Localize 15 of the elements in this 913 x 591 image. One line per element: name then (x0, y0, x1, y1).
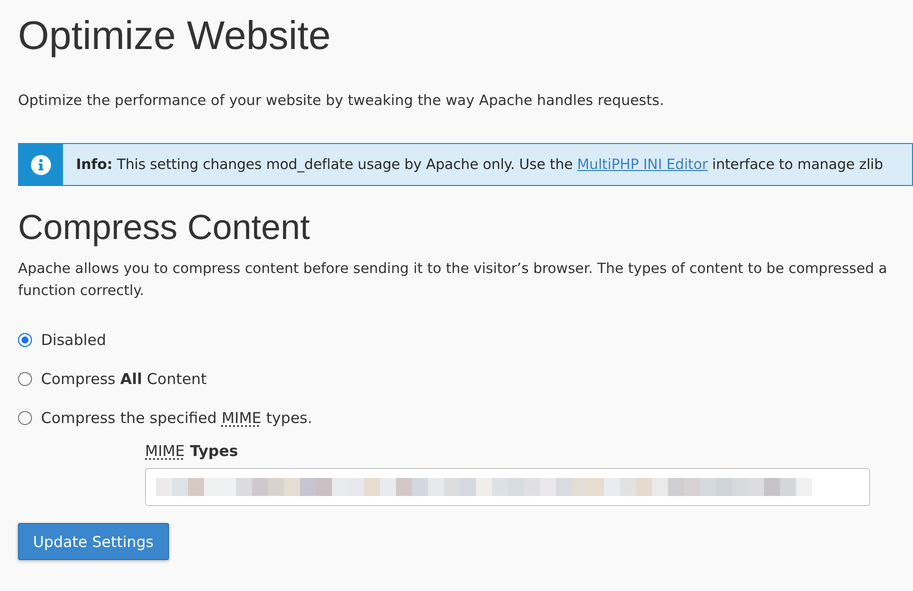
radio-button[interactable] (18, 333, 32, 347)
update-settings-button[interactable]: Update Settings (18, 523, 169, 560)
info-icon (31, 154, 51, 174)
radio-button[interactable] (18, 411, 32, 425)
option-label[interactable]: Compress the specified MIME types. (41, 409, 312, 427)
page-title: Optimize Website (18, 14, 331, 59)
page-description: Optimize the performance of your website by tweaking the way Apache handles requests. (18, 93, 664, 109)
mime-types-field[interactable] (145, 468, 870, 506)
section-description: Apache allows you to compress content before sending it to the visitor’s browser. The types of content to be compressed a function correctly. (18, 260, 888, 301)
option-label[interactable]: Disabled (41, 331, 106, 349)
field-label: MIME Types (145, 442, 238, 460)
info-message: Info: This setting changes mod_deflate usage by Apache only. Use the MultiPHP INI Editor interface to manage zlib (75, 156, 884, 172)
option-label[interactable]: Compress All Content (41, 370, 207, 388)
radio-button[interactable] (18, 372, 32, 386)
section-title: Compress Content (18, 208, 310, 248)
